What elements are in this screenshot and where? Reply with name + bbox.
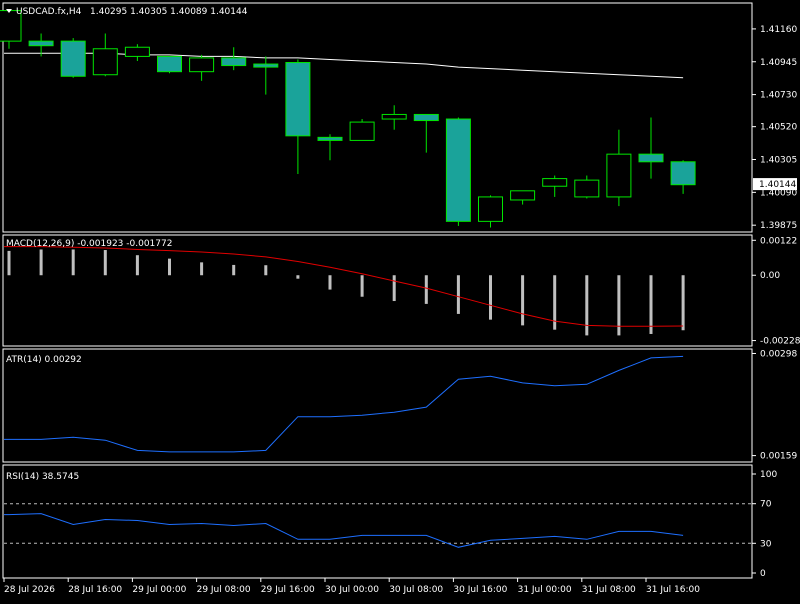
- rsi-axis-label: 70: [760, 500, 772, 510]
- chart-canvas[interactable]: 1.411601.409451.407301.405201.403051.400…: [0, 0, 800, 600]
- macd-histogram-bar: [392, 275, 396, 302]
- time-axis-label: 30 Jul 08:00: [389, 585, 443, 595]
- time-axis-label: 31 Jul 00:00: [518, 585, 572, 595]
- candle-body: [574, 179, 600, 198]
- candle-body: [510, 190, 536, 201]
- price-axis-label: 1.40520: [760, 123, 797, 133]
- price-axis-label: 1.40730: [760, 91, 797, 101]
- symbol-label: USDCAD.fx,H4: [16, 7, 82, 17]
- candle-body: [60, 40, 86, 77]
- price-axis-label: 1.40945: [760, 58, 797, 68]
- time-axis-label: 31 Jul 08:00: [582, 585, 636, 595]
- macd-label: MACD(12,26,9) -0.001923 -0.001772: [6, 239, 172, 249]
- macd-histogram-bar: [328, 275, 332, 290]
- macd-panel[interactable]: [2, 234, 753, 347]
- rsi-axis-label: 100: [760, 470, 777, 480]
- macd-histogram-bar: [168, 258, 171, 276]
- candle-body: [189, 57, 215, 73]
- price-panel[interactable]: [2, 2, 753, 233]
- price-axis-label: 1.39875: [760, 221, 797, 231]
- trading-chart[interactable]: 1.41160 1.40945 1.40730 1.40520 1.40305 1.400…: [0, 0, 800, 600]
- atr-axis-label: 0.00159: [760, 452, 797, 462]
- time-axis-label: 30 Jul 00:00: [325, 585, 379, 595]
- rsi-axis-label: 30: [760, 539, 772, 549]
- candle-body: [478, 196, 503, 222]
- atr-axis-label: 0.00298: [760, 349, 797, 359]
- price-axis-label: 1.41160: [760, 25, 797, 35]
- candle-body: [124, 46, 150, 57]
- macd-histogram-bar: [264, 265, 268, 276]
- candle-body: [670, 161, 696, 186]
- macd-histogram-bar: [360, 275, 364, 297]
- rsi-panel[interactable]: [2, 464, 753, 579]
- macd-histogram-bar: [135, 255, 139, 276]
- rsi-axis-label: 0: [760, 569, 766, 579]
- atr-label: ATR(14) 0.00292: [6, 355, 82, 365]
- candle-body: [157, 55, 182, 73]
- macd-histogram-bar: [232, 264, 236, 276]
- macd-axis-label: -0.00228: [760, 337, 800, 347]
- ohlc-readout: 1.40295 1.40305 1.40089 1.40144: [90, 7, 248, 17]
- macd-histogram-bar: [71, 249, 75, 276]
- macd-histogram-bar: [489, 275, 492, 320]
- macd-histogram-bar: [424, 275, 428, 304]
- candle-body: [92, 48, 118, 76]
- macd-histogram-bar: [585, 275, 589, 336]
- candle-body: [28, 40, 54, 47]
- rsi-label: RSI(14) 38.5745: [6, 472, 79, 482]
- time-axis-label: 31 Jul 16:00: [646, 585, 700, 595]
- candle-body: [638, 153, 664, 163]
- candle-body: [253, 63, 279, 68]
- time-axis-label: 28 Jul 16:00: [68, 585, 122, 595]
- macd-histogram-bar: [39, 249, 43, 276]
- macd-axis-label: 0.00: [760, 271, 780, 281]
- macd-histogram-bar: [200, 262, 204, 276]
- candle-body: [413, 113, 439, 122]
- candle-body: [542, 178, 568, 187]
- time-axis-label: 29 Jul 08:00: [197, 585, 251, 595]
- time-axis-label: 29 Jul 16:00: [261, 585, 315, 595]
- price-axis-label: 1.40305: [760, 156, 797, 166]
- macd-histogram-bar: [456, 275, 460, 314]
- macd-histogram-bar: [521, 275, 525, 326]
- time-axis-label: 28 Jul 2026: [4, 585, 55, 595]
- macd-histogram-bar: [649, 275, 653, 334]
- macd-axis-label: 0.00122: [760, 236, 797, 246]
- candle-body: [317, 136, 343, 141]
- current-price-label: 1.40144: [759, 180, 796, 190]
- time-axis-label: 29 Jul 00:00: [132, 585, 186, 595]
- atr-panel[interactable]: [2, 348, 753, 463]
- macd-histogram-bar: [7, 250, 11, 276]
- candle-body: [221, 57, 247, 67]
- candle-body: [381, 113, 407, 120]
- candle-body: [349, 121, 375, 141]
- time-axis-label: 30 Jul 16:00: [453, 585, 507, 595]
- macd-histogram-bar: [681, 275, 685, 331]
- macd-histogram-bar: [296, 275, 300, 279]
- candle-body: [606, 153, 632, 198]
- candle-body: [445, 118, 471, 222]
- macd-histogram-bar: [103, 250, 107, 276]
- candle-body: [285, 62, 311, 137]
